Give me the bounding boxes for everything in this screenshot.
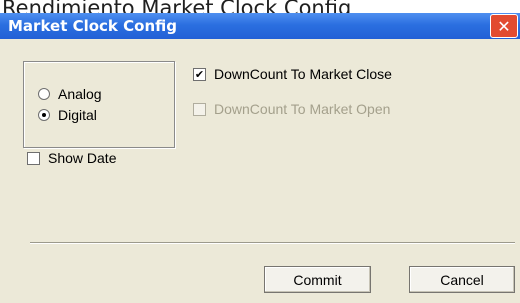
radio-analog-label: Analog <box>58 86 102 102</box>
show-date-label: Show Date <box>48 150 117 166</box>
display-mode-group: Analog Digital <box>23 61 175 148</box>
close-icon: ✕ <box>497 16 511 36</box>
window-title: Market Clock Config <box>8 17 177 35</box>
commit-button[interactable]: Commit <box>264 266 371 293</box>
close-button[interactable]: ✕ <box>490 14 518 38</box>
radio-selected-dot <box>42 113 46 117</box>
countdown-open-label: DownCount To Market Open <box>214 101 391 117</box>
title-bar[interactable]: Market Clock Config ✕ <box>0 13 520 39</box>
checkbox-countdown-open[interactable]: DownCount To Market Open <box>193 101 390 117</box>
radio-analog-circle[interactable] <box>38 88 50 100</box>
countdown-open-checkbox[interactable] <box>193 102 206 116</box>
checkbox-show-date[interactable]: Show Date <box>27 150 116 166</box>
radio-digital-circle[interactable] <box>38 109 50 121</box>
show-date-checkbox[interactable] <box>27 151 40 165</box>
radio-analog[interactable]: Analog <box>38 86 102 102</box>
footer-divider <box>30 242 515 244</box>
countdown-close-label: DownCount To Market Close <box>214 66 392 82</box>
countdown-close-checkbox[interactable]: ✔ <box>193 67 206 81</box>
checkbox-countdown-close[interactable]: ✔ DownCount To Market Close <box>193 66 392 82</box>
cancel-button[interactable]: Cancel <box>409 266 515 293</box>
dialog-window: Market Clock Config ✕ Analog Digital ✔ D… <box>0 13 520 303</box>
radio-digital[interactable]: Digital <box>38 107 97 123</box>
checkmark-icon: ✔ <box>194 67 205 81</box>
radio-digital-label: Digital <box>58 107 97 123</box>
